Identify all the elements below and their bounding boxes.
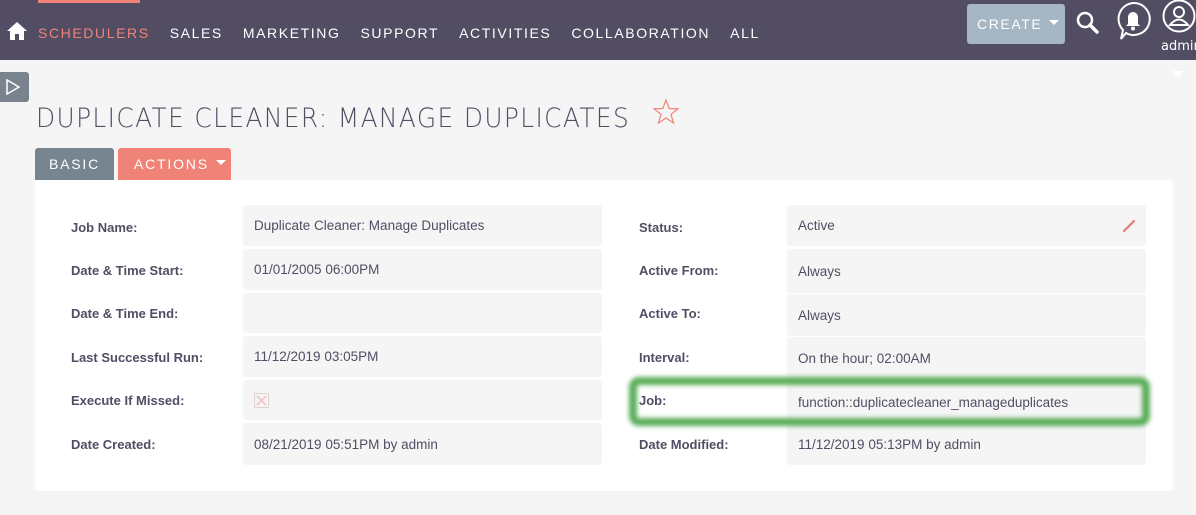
date-created-text: 08/21/2019 05:51PM by admin: [254, 436, 438, 452]
active-to-text: Always: [798, 307, 841, 323]
page-title: DUPLICATE CLEANER: MANAGE DUPLICATES: [36, 103, 631, 134]
date-created-value: 08/21/2019 05:51PM by admin: [243, 423, 602, 465]
tab-actions-label: ACTIONS: [134, 156, 209, 172]
unchecked-x-icon: [256, 394, 267, 406]
module-nav: SCHEDULERS SALES MARKETING SUPPORT ACTIV…: [38, 25, 780, 41]
pencil-edit-icon[interactable]: [1122, 219, 1136, 233]
status-text: Active: [798, 218, 835, 233]
caret-down-icon: [215, 159, 226, 165]
last-successful-run-text: 11/12/2019 03:05PM: [254, 349, 379, 364]
date-modified-label: Date Modified:: [639, 437, 729, 452]
create-button-label: CREATE: [977, 16, 1043, 32]
job-text: function::duplicatecleaner_manageduplica…: [798, 394, 1069, 410]
active-to-value: Always: [787, 294, 1146, 336]
caret-down-icon: [1049, 19, 1060, 25]
date-time-start-text: 01/01/2005 06:00PM: [254, 262, 380, 277]
active-to-label: Active To:: [639, 306, 701, 321]
user-menu-caret-icon[interactable]: [1172, 71, 1184, 77]
nav-item-support[interactable]: SUPPORT: [360, 25, 439, 41]
last-successful-run-label: Last Successful Run:: [71, 350, 204, 365]
execute-if-missed-checkbox[interactable]: [254, 392, 269, 408]
interval-text: On the hour; 02:00AM: [798, 351, 931, 366]
sidebar-toggle-button[interactable]: [0, 72, 29, 102]
job-label: Job:: [639, 393, 667, 408]
date-modified-value: 11/12/2019 05:13PM by admin: [787, 424, 1146, 465]
user-icon[interactable]: [1160, 0, 1196, 34]
interval-value: On the hour; 02:00AM: [787, 337, 1146, 380]
date-created-label: Date Created:: [71, 437, 156, 452]
active-from-value: Always: [787, 249, 1146, 293]
tab-basic[interactable]: BASIC: [35, 148, 114, 180]
job-name-value: Duplicate Cleaner: Manage Duplicates: [243, 205, 602, 246]
play-triangle-icon: [6, 79, 21, 95]
execute-if-missed-label: Execute If Missed:: [71, 393, 185, 408]
nav-item-sales[interactable]: SALES: [170, 25, 223, 41]
date-time-start-value: 01/01/2005 06:00PM: [243, 249, 602, 290]
active-tab-indicator: [38, 0, 140, 3]
nav-item-marketing[interactable]: MARKETING: [243, 25, 341, 41]
date-time-end-label: Date & Time End:: [71, 306, 179, 321]
nav-item-all[interactable]: ALL: [730, 25, 760, 41]
tab-actions[interactable]: ACTIONS: [118, 148, 231, 180]
status-label: Status:: [639, 220, 684, 235]
nav-item-schedulers[interactable]: SCHEDULERS: [38, 25, 150, 41]
job-name-text: Duplicate Cleaner: Manage Duplicates: [254, 218, 485, 233]
user-menu-label[interactable]: admin: [1161, 39, 1196, 54]
home-icon[interactable]: [6, 20, 28, 42]
execute-if-missed-value: [243, 380, 602, 420]
job-name-label: Job Name:: [71, 220, 138, 235]
bell-icon[interactable]: [1114, 0, 1152, 42]
date-time-end-value: [243, 293, 602, 333]
job-value: function::duplicatecleaner_manageduplica…: [787, 381, 1146, 423]
date-time-start-label: Date & Time Start:: [71, 263, 184, 278]
last-successful-run-value: 11/12/2019 03:05PM: [243, 336, 602, 377]
interval-label: Interval:: [639, 350, 690, 365]
tab-basic-label: BASIC: [48, 156, 100, 172]
status-value: Active: [787, 205, 1146, 246]
create-button[interactable]: CREATE: [967, 4, 1065, 44]
favorite-star-icon[interactable]: [652, 98, 680, 126]
active-from-text: Always: [798, 263, 841, 279]
search-icon[interactable]: [1075, 10, 1101, 36]
nav-item-activities[interactable]: ACTIVITIES: [459, 25, 551, 41]
nav-item-collaboration[interactable]: COLLABORATION: [571, 25, 710, 41]
top-navigation-bar: SCHEDULERS SALES MARKETING SUPPORT ACTIV…: [0, 0, 1196, 60]
active-from-label: Active From:: [639, 263, 719, 278]
date-modified-text: 11/12/2019 05:13PM by admin: [798, 437, 981, 452]
